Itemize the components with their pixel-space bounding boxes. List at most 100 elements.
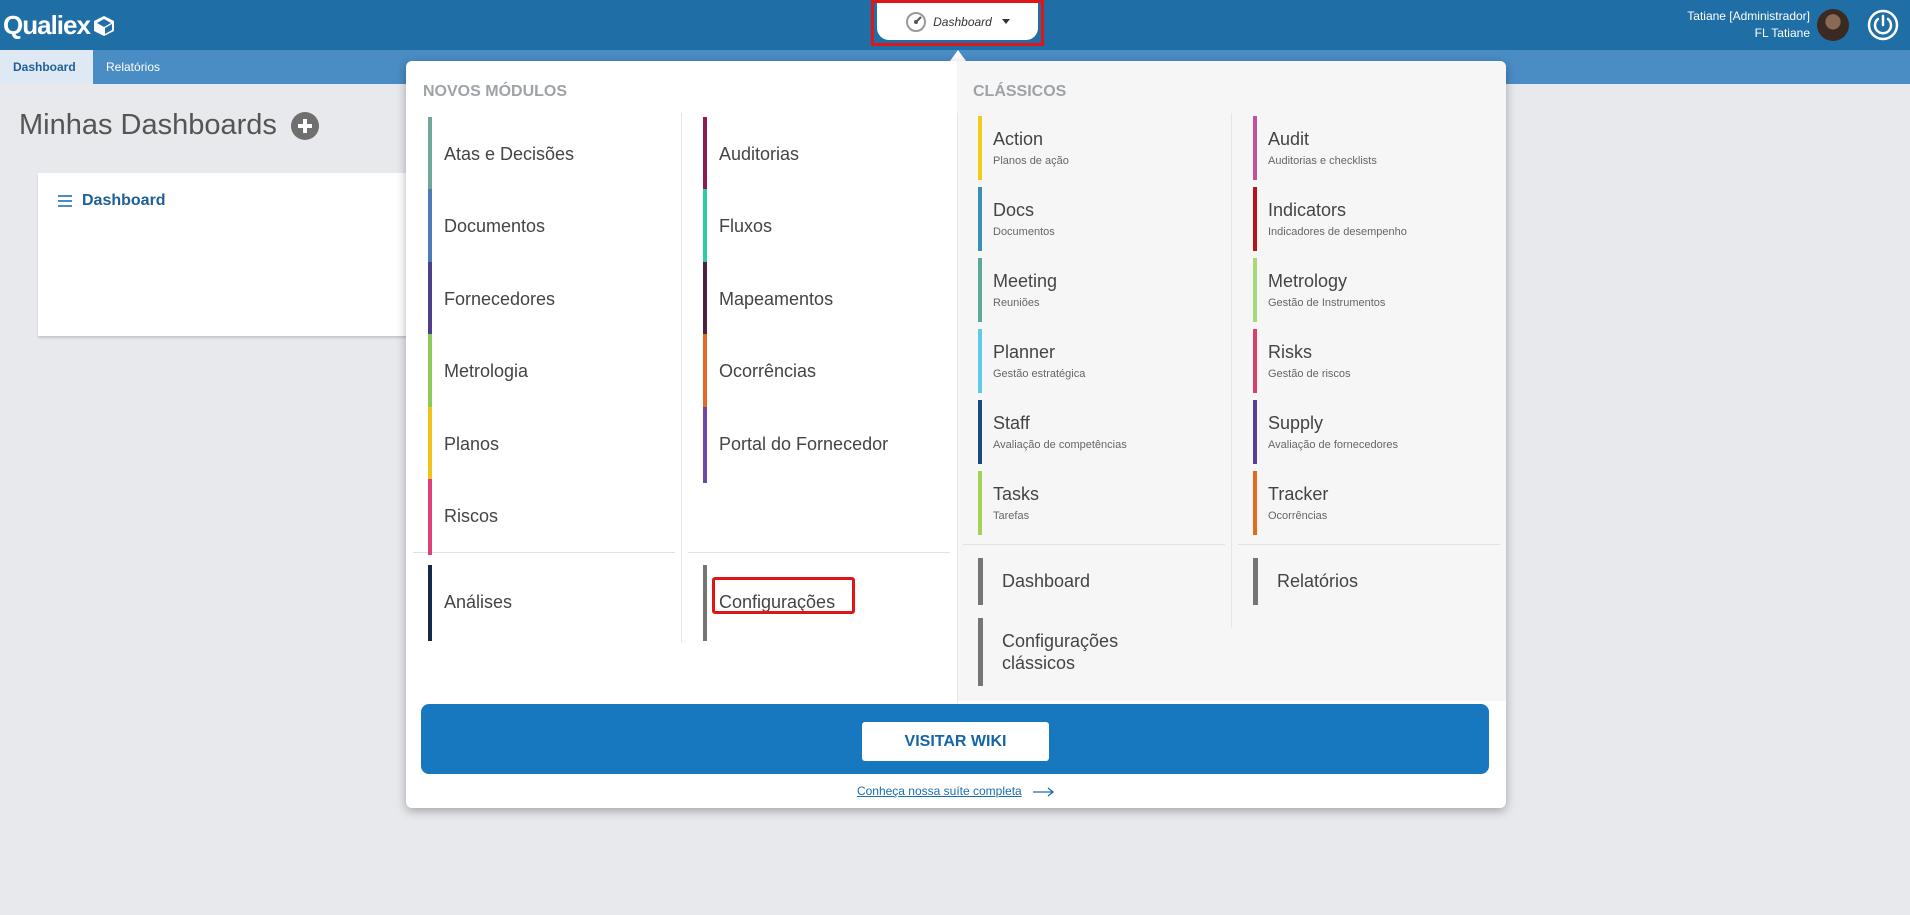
user-company: FL Tatiane <box>1754 26 1810 40</box>
module-riscos[interactable]: Riscos <box>428 479 678 555</box>
module-color-bar <box>703 117 707 193</box>
module-label: Auditorias <box>719 144 800 164</box>
classic-audit[interactable]: Audit Auditorias e checklists <box>1253 116 1503 180</box>
module-name: Tasks <box>993 484 1040 504</box>
module-color-bar <box>428 334 432 410</box>
module-name: Docs <box>993 200 1035 220</box>
module-label: Fluxos <box>719 216 773 236</box>
module-color-bar <box>703 407 707 483</box>
classic-planner[interactable]: Planner Gestão estratégica <box>978 329 1228 393</box>
module-color-bar <box>703 334 707 410</box>
module-label: Relatórios <box>1277 571 1359 591</box>
card-title[interactable]: Dashboard <box>58 192 166 210</box>
user-info[interactable]: Tatiane [Administrador] FL Tatiane <box>1687 8 1810 42</box>
module-color-bar <box>428 189 432 265</box>
module-subtitle: Planos de ação <box>993 155 1069 167</box>
classic-metrology[interactable]: Metrology Gestão de Instrumentos <box>1253 258 1503 322</box>
classic-dashboard[interactable]: Dashboard <box>978 558 1238 605</box>
classic-indicators[interactable]: Indicators Indicadores de desempenho <box>1253 187 1503 251</box>
module-color-bar <box>1253 116 1257 180</box>
novos-modulos-title: NOVOS MÓDULOS <box>423 83 568 100</box>
module-color-bar <box>978 400 982 464</box>
suite-link[interactable]: Conheça nossa suíte completa <box>857 784 1022 798</box>
module-auditorias[interactable]: Auditorias <box>703 117 953 193</box>
module-documentos[interactable]: Documentos <box>428 189 678 265</box>
tab-dashboard[interactable]: Dashboard <box>0 50 93 84</box>
logo-cube-icon <box>93 15 114 36</box>
tab-relatorios[interactable]: Relatórios <box>93 50 173 84</box>
config-line-2: clássicos <box>1002 653 1076 673</box>
module-color-bar <box>978 329 982 393</box>
classic-meeting[interactable]: Meeting Reuniões <box>978 258 1228 322</box>
module-name: Tracker <box>1268 484 1329 504</box>
module-portal-fornecedor[interactable]: Portal do Fornecedor <box>703 407 953 483</box>
classic-action[interactable]: Action Planos de ação <box>978 116 1228 180</box>
classic-relatorios[interactable]: Relatórios <box>1253 558 1513 605</box>
module-subtitle: Avaliação de competências <box>993 439 1127 451</box>
module-color-bar <box>1253 258 1257 322</box>
module-color-bar <box>1253 558 1258 605</box>
module-switcher-highlight: Dashboard <box>871 0 1044 46</box>
classicos-title: CLÁSSICOS <box>973 83 1067 100</box>
module-fornecedores[interactable]: Fornecedores <box>428 262 678 338</box>
module-label: Fornecedores <box>444 289 556 309</box>
card-title-text: Dashboard <box>82 192 166 209</box>
classic-tracker[interactable]: Tracker Ocorrências <box>1253 471 1503 535</box>
configuracoes-highlight <box>712 577 855 614</box>
module-color-bar <box>428 407 432 483</box>
module-color-bar <box>703 565 707 641</box>
module-color-bar <box>428 117 432 193</box>
module-label: Riscos <box>444 506 499 526</box>
module-fluxos[interactable]: Fluxos <box>703 189 953 265</box>
classic-docs[interactable]: Docs Documentos <box>978 187 1228 251</box>
module-subtitle: Ocorrências <box>1268 510 1328 522</box>
divider <box>957 113 958 703</box>
module-label: Atas e Decisões <box>444 144 575 164</box>
classic-supply[interactable]: Supply Avaliação de fornecedores <box>1253 400 1503 464</box>
module-label: Dashboard <box>1002 571 1091 591</box>
divider <box>681 113 682 643</box>
module-metrologia[interactable]: Metrologia <box>428 334 678 410</box>
module-atas-decisoes[interactable]: Atas e Decisões <box>428 117 678 193</box>
module-name: Meeting <box>993 271 1058 291</box>
module-subtitle: Auditorias e checklists <box>1268 155 1377 167</box>
module-switcher-button[interactable]: Dashboard <box>877 3 1038 40</box>
classic-staff[interactable]: Staff Avaliação de competências <box>978 400 1228 464</box>
avatar[interactable] <box>1817 9 1849 41</box>
module-label: Documentos <box>444 216 546 236</box>
module-subtitle: Tarefas <box>993 510 1030 522</box>
module-label: Metrologia <box>444 361 529 381</box>
arrow-right-icon[interactable] <box>1033 787 1055 797</box>
visitar-wiki-button[interactable]: VISITAR WIKI <box>862 722 1049 761</box>
module-name: Staff <box>993 413 1030 433</box>
module-color-bar <box>1253 187 1257 251</box>
module-subtitle: Documentos <box>993 226 1055 238</box>
module-name: Metrology <box>1268 271 1348 291</box>
classic-tasks[interactable]: Tasks Tarefas <box>978 471 1228 535</box>
module-subtitle: Indicadores de desempenho <box>1268 226 1407 238</box>
classic-configuracoes[interactable]: Configurações clássicos <box>978 618 1238 686</box>
module-label: Mapeamentos <box>719 289 834 309</box>
module-name: Audit <box>1268 129 1310 149</box>
power-icon[interactable] <box>1867 9 1899 41</box>
module-analises[interactable]: Análises <box>428 565 678 641</box>
module-color-bar <box>428 479 432 555</box>
classic-risks[interactable]: Risks Gestão de riscos <box>1253 329 1503 393</box>
divider <box>1238 544 1500 545</box>
modules-menu-panel: NOVOS MÓDULOS CLÁSSICOS Atas e Decisões … <box>406 61 1506 808</box>
module-label: Configurações clássicos <box>1002 630 1118 674</box>
module-ocorrencias[interactable]: Ocorrências <box>703 334 953 410</box>
module-color-bar <box>978 558 983 605</box>
module-label: Portal do Fornecedor <box>719 434 889 454</box>
suite-link-row: Conheça nossa suíte completa <box>406 784 1506 798</box>
qualiex-logo[interactable]: Qualiex <box>3 10 115 41</box>
module-color-bar <box>1253 471 1257 535</box>
switcher-label: Dashboard <box>933 14 992 29</box>
add-dashboard-button[interactable] <box>290 111 319 140</box>
module-color-bar <box>428 565 432 641</box>
dashboard-card[interactable]: Dashboard <box>38 173 408 336</box>
module-planos[interactable]: Planos <box>428 407 678 483</box>
module-label: Ocorrências <box>719 361 817 381</box>
module-mapeamentos[interactable]: Mapeamentos <box>703 262 953 338</box>
top-bar: Qualiex Dashboard Tatiane [Administrador… <box>0 0 1910 50</box>
